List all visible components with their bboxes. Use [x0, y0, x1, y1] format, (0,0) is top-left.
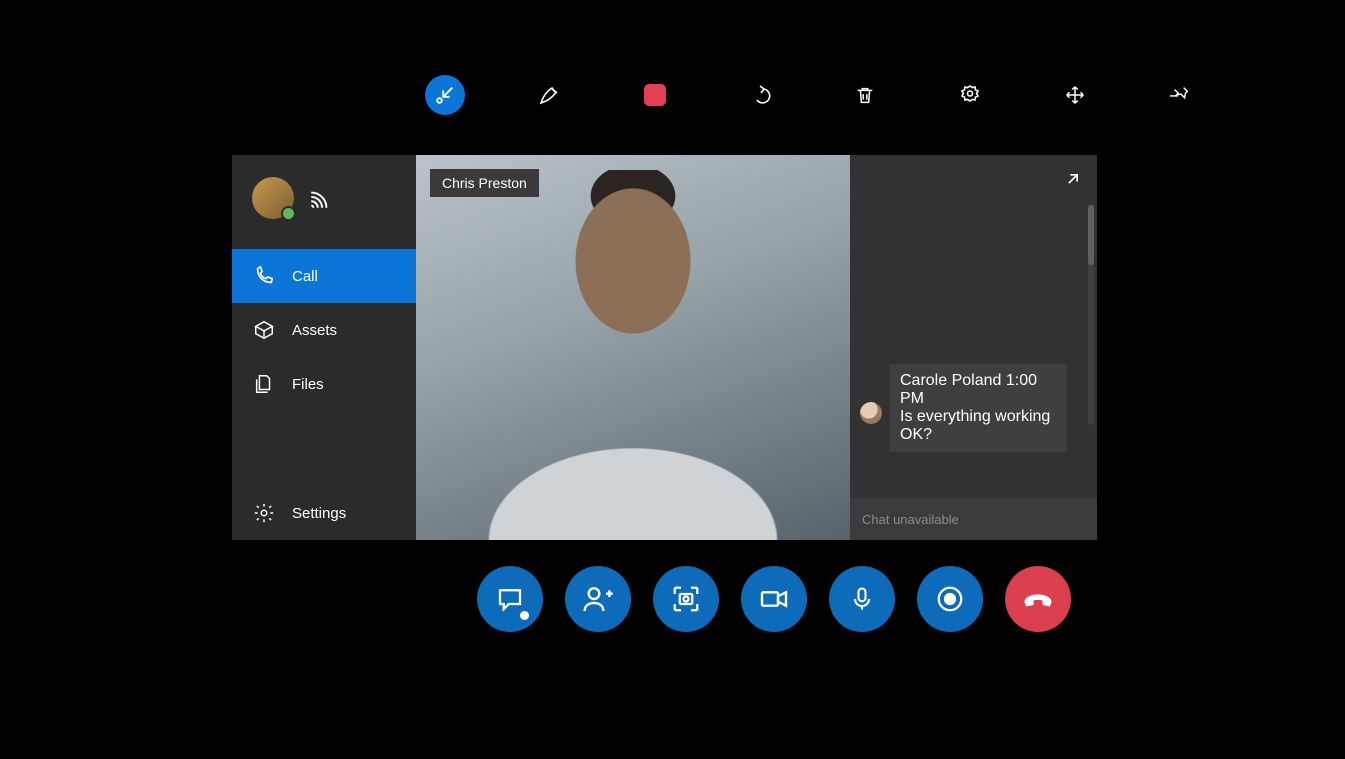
undo-button[interactable] [740, 75, 780, 115]
collapse-icon [434, 84, 456, 106]
sidebar: Call Assets Files [232, 155, 416, 540]
record-square-button[interactable] [635, 75, 675, 115]
chat-scrollbar-thumb[interactable] [1088, 205, 1094, 265]
record-button[interactable] [917, 566, 983, 632]
move-button[interactable] [1055, 75, 1095, 115]
sidebar-item-label: Files [292, 376, 324, 393]
cast-icon[interactable] [308, 187, 334, 209]
hangup-icon [1020, 581, 1056, 617]
pin-button[interactable] [1160, 75, 1200, 115]
undo-icon [748, 83, 772, 107]
pen-button[interactable] [530, 75, 570, 115]
message-avatar [860, 402, 882, 424]
end-call-button[interactable] [1005, 566, 1071, 632]
mic-icon [848, 585, 876, 613]
chat-messages[interactable]: Carole Poland 1:00 PM Is everything work… [850, 155, 1097, 498]
record-square-icon [644, 84, 666, 106]
message-sender: Carole Poland [900, 372, 1001, 389]
video-icon [758, 583, 790, 615]
chat-scrollbar[interactable] [1088, 205, 1094, 425]
app-window: Call Assets Files [232, 155, 1097, 540]
files-icon [252, 373, 276, 395]
badge-button[interactable] [950, 75, 990, 115]
message-text: Is everything working OK? [900, 408, 1057, 444]
trash-icon [854, 84, 876, 106]
call-bar [477, 566, 1071, 632]
sidebar-item-label: Call [292, 268, 318, 285]
sidebar-item-settings[interactable]: Settings [232, 486, 416, 540]
chat-message: Carole Poland 1:00 PM Is everything work… [890, 364, 1067, 452]
sidebar-item-label: Assets [292, 322, 337, 339]
video-area: Chris Preston [416, 155, 850, 540]
add-person-icon [582, 583, 614, 615]
mic-button[interactable] [829, 566, 895, 632]
status-available-icon [281, 206, 296, 221]
collapse-button[interactable] [425, 75, 465, 115]
record-circle-icon [935, 584, 965, 614]
participant-name-chip: Chris Preston [430, 169, 539, 197]
pin-icon [1167, 84, 1193, 106]
phone-icon [252, 265, 276, 287]
sidebar-header [232, 155, 416, 249]
video-button[interactable] [741, 566, 807, 632]
sidebar-item-assets[interactable]: Assets [232, 303, 416, 357]
chat-panel: Carole Poland 1:00 PM Is everything work… [850, 155, 1097, 540]
chat-input-disabled: Chat unavailable [850, 498, 1097, 540]
sidebar-item-label: Settings [292, 505, 346, 522]
sidebar-item-call[interactable]: Call [232, 249, 416, 303]
chat-button[interactable] [477, 566, 543, 632]
camera-focus-icon [671, 584, 701, 614]
pen-icon [538, 83, 562, 107]
move-icon [1064, 84, 1086, 106]
settings-icon [252, 502, 276, 524]
user-avatar[interactable] [252, 177, 294, 219]
box-icon [252, 319, 276, 341]
badge-icon [958, 83, 982, 107]
notification-dot-icon [520, 611, 529, 620]
participant-video [416, 155, 850, 540]
top-toolbar [425, 75, 1200, 115]
add-person-button[interactable] [565, 566, 631, 632]
sidebar-item-files[interactable]: Files [232, 357, 416, 411]
trash-button[interactable] [845, 75, 885, 115]
chat-icon [495, 584, 525, 614]
chat-unavailable-label: Chat unavailable [862, 512, 959, 527]
participant-name: Chris Preston [442, 175, 527, 191]
snapshot-button[interactable] [653, 566, 719, 632]
